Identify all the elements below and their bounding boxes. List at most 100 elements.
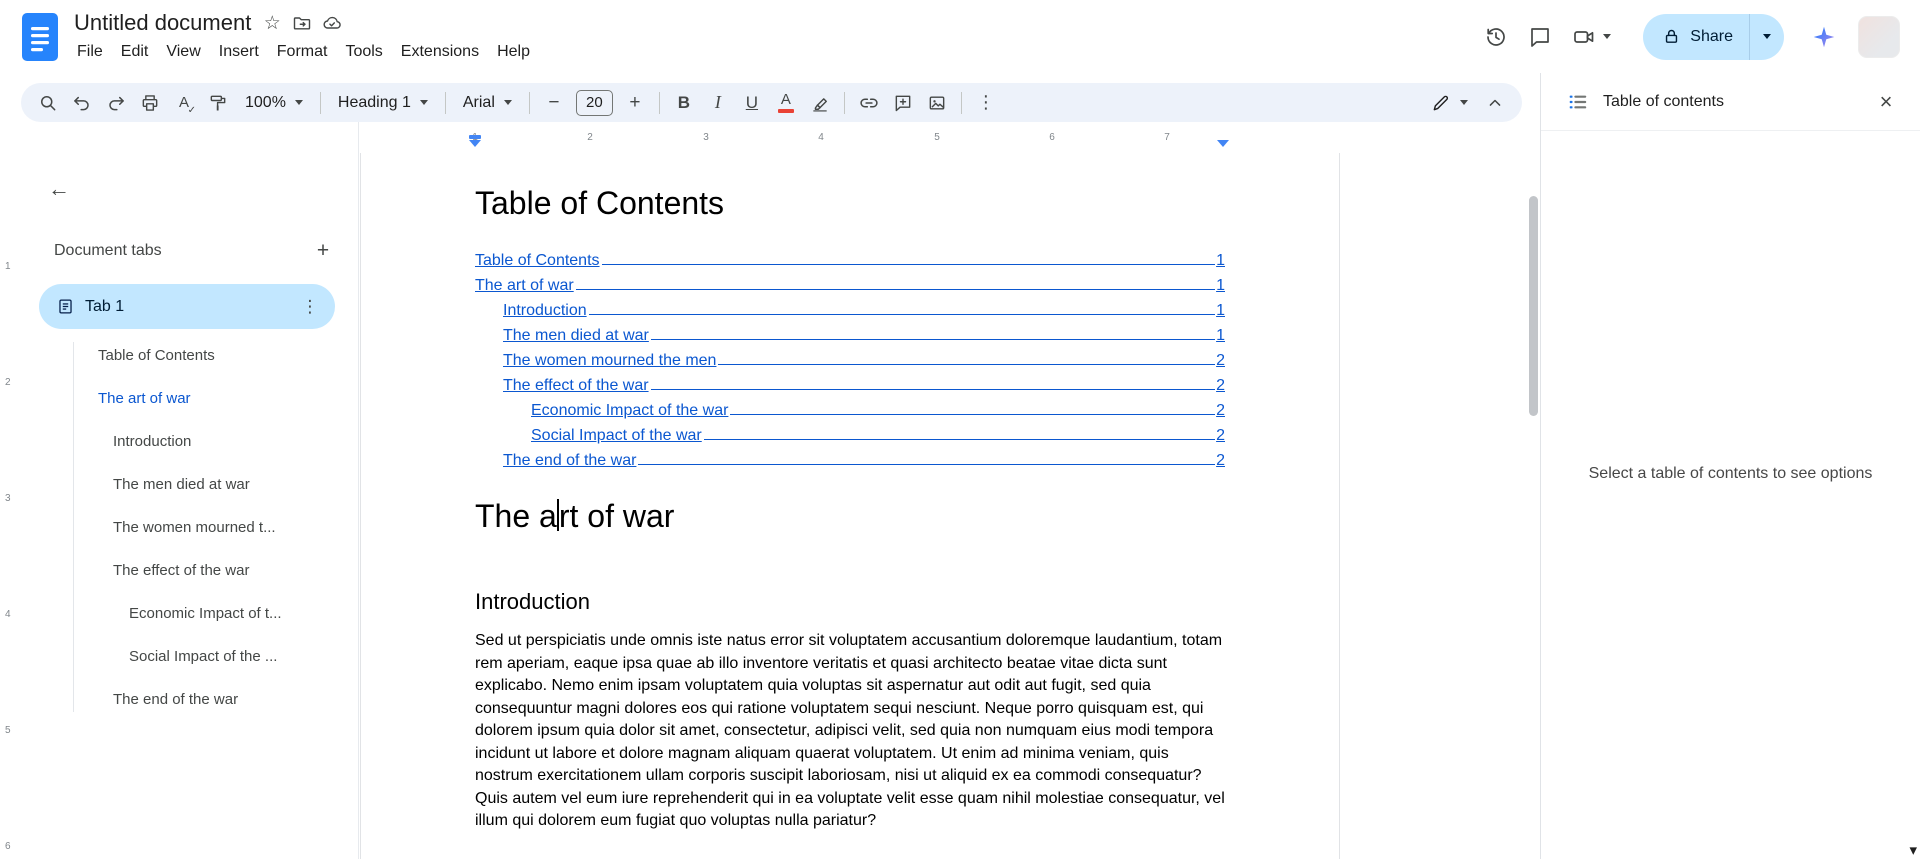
insert-image-button[interactable] [920,87,954,119]
toc-entry-page-number[interactable]: 1 [1216,252,1225,270]
version-history-icon[interactable] [1474,15,1518,59]
hide-menus-button[interactable] [1478,87,1512,119]
print-icon[interactable] [133,87,167,119]
move-folder-icon[interactable] [287,8,317,38]
more-options-button[interactable]: ⋮ [969,87,1003,119]
outline-item[interactable]: Introduction [18,420,358,463]
toc-entry[interactable]: The end of the war 2 [475,445,1225,470]
editing-mode-select[interactable] [1421,87,1478,119]
toc-heading[interactable]: Table of Contents [475,183,1225,223]
italic-button[interactable]: I [701,87,735,119]
menu-item[interactable]: Insert [210,41,268,63]
spellcheck-icon[interactable]: A ✓ [167,87,201,119]
increase-font-size-button[interactable]: + [618,87,652,119]
outline-item-label: Introduction [113,433,192,450]
add-comment-button[interactable] [886,87,920,119]
vertical-scrollbar-thumb[interactable] [1529,196,1538,416]
right-indent-triangle[interactable] [1217,140,1229,147]
menu-item[interactable]: View [157,41,209,63]
document-page[interactable]: Table of Contents Table of Contents 1 Th… [360,153,1340,859]
toc-entry[interactable]: Social Impact of the war 2 [475,420,1225,445]
menu-item[interactable]: Format [268,41,337,63]
toc-entry-label[interactable]: The women mourned the men [503,352,716,370]
outline-item[interactable]: The end of the war [18,678,358,721]
toc-entry[interactable]: Introduction 1 [475,295,1225,320]
star-icon[interactable]: ☆ [257,8,287,38]
tab-options-icon[interactable]: ⋮ [295,292,325,322]
close-icon[interactable]: × [1866,82,1906,122]
decrease-font-size-button[interactable]: − [537,87,571,119]
menu-item[interactable]: Edit [112,41,158,63]
highlight-color-button[interactable] [803,87,837,119]
paragraph-style-select[interactable]: Heading 1 [328,87,438,119]
font-size-input[interactable]: 20 [575,89,613,116]
outline-item[interactable]: The effect of the war [18,549,358,592]
bold-button[interactable]: B [667,87,701,119]
toc-entry-page-number[interactable]: 1 [1216,302,1225,320]
menu-item[interactable]: File [68,41,112,63]
toc-entry-label[interactable]: Social Impact of the war [531,427,702,445]
right-indent-marker[interactable] [1217,140,1229,147]
toc-entry-label[interactable]: The end of the war [503,452,636,470]
document-title[interactable]: Untitled document [72,10,257,36]
sub-heading[interactable]: Introduction [475,588,1225,616]
docs-logo-icon[interactable] [22,12,58,61]
section-heading[interactable]: The art of war [475,496,1225,536]
toc-entry-page-number[interactable]: 2 [1216,452,1225,470]
toc-entry-page-number[interactable]: 2 [1216,377,1225,395]
outline-item[interactable]: The men died at war [18,463,358,506]
undo-icon[interactable] [65,87,99,119]
redo-icon[interactable] [99,87,133,119]
toc-entry-label[interactable]: The men died at war [503,327,649,345]
underline-button[interactable]: U [735,87,769,119]
toc-entry-label[interactable]: Introduction [503,302,587,320]
toc-entry-page-number[interactable]: 1 [1216,277,1225,295]
outline-item[interactable]: The art of war [18,377,358,420]
insert-link-button[interactable] [852,87,886,119]
toc-entry[interactable]: The men died at war 1 [475,320,1225,345]
text-color-icon: A [780,91,791,108]
zoom-select[interactable]: 100% [235,87,313,119]
outline-item[interactable]: Economic Impact of t... [18,592,358,635]
toc-entry-page-number[interactable]: 2 [1216,352,1225,370]
search-icon[interactable] [31,87,65,119]
join-call-control[interactable] [1562,25,1621,49]
first-line-indent-marker[interactable] [469,135,481,139]
cloud-saved-icon[interactable] [317,8,347,38]
toc-entry-label[interactable]: Economic Impact of the war [531,402,728,420]
toolbar-divider [843,91,845,114]
outline-item[interactable]: The women mourned t... [18,506,358,549]
toc-entry[interactable]: The women mourned the men 2 [475,345,1225,370]
text-color-button[interactable]: A [769,87,803,119]
share-button[interactable]: Share [1643,13,1749,60]
body-paragraph[interactable]: Sed ut perspiciatis unde omnis iste natu… [475,630,1225,833]
toc-entry[interactable]: Economic Impact of the war 2 [475,395,1225,420]
document-canvas[interactable]: 1 2 3 4 5 6 7 Table of Contents Table of… [359,122,1540,859]
avatar[interactable] [1858,15,1900,58]
share-options-button[interactable] [1749,13,1784,60]
toc-entry-page-number[interactable]: 2 [1216,402,1225,420]
menu-item[interactable]: Help [488,41,539,63]
back-arrow-icon[interactable]: ← [39,169,79,209]
add-tab-button[interactable]: + [306,234,340,268]
menu-item[interactable]: Extensions [392,41,488,63]
font-select[interactable]: Arial [453,87,522,119]
outline-item[interactable]: Table of Contents [18,334,358,377]
menu-item[interactable]: Tools [336,41,391,63]
paint-format-icon[interactable] [201,87,235,119]
toc-entry-label[interactable]: Table of Contents [475,252,600,270]
toc-entry-label[interactable]: The art of war [475,277,574,295]
toc-entry[interactable]: The effect of the war 2 [475,370,1225,395]
toc-entry[interactable]: The art of war 1 [475,270,1225,295]
toc-entry-page-number[interactable]: 1 [1216,327,1225,345]
gemini-sparkle-icon[interactable] [1802,15,1846,59]
left-indent-marker[interactable] [469,135,481,147]
comment-icon[interactable] [1518,15,1562,59]
left-indent-triangle[interactable] [469,140,481,147]
toc-entry-label[interactable]: The effect of the war [503,377,649,395]
toc-entry-page-number[interactable]: 2 [1216,427,1225,445]
tab-item-tab1[interactable]: Tab 1 ⋮ [39,284,335,329]
outline-item-label: The art of war [98,390,191,407]
toc-entry[interactable]: Table of Contents 1 [475,245,1225,270]
outline-item[interactable]: Social Impact of the ... [18,635,358,678]
